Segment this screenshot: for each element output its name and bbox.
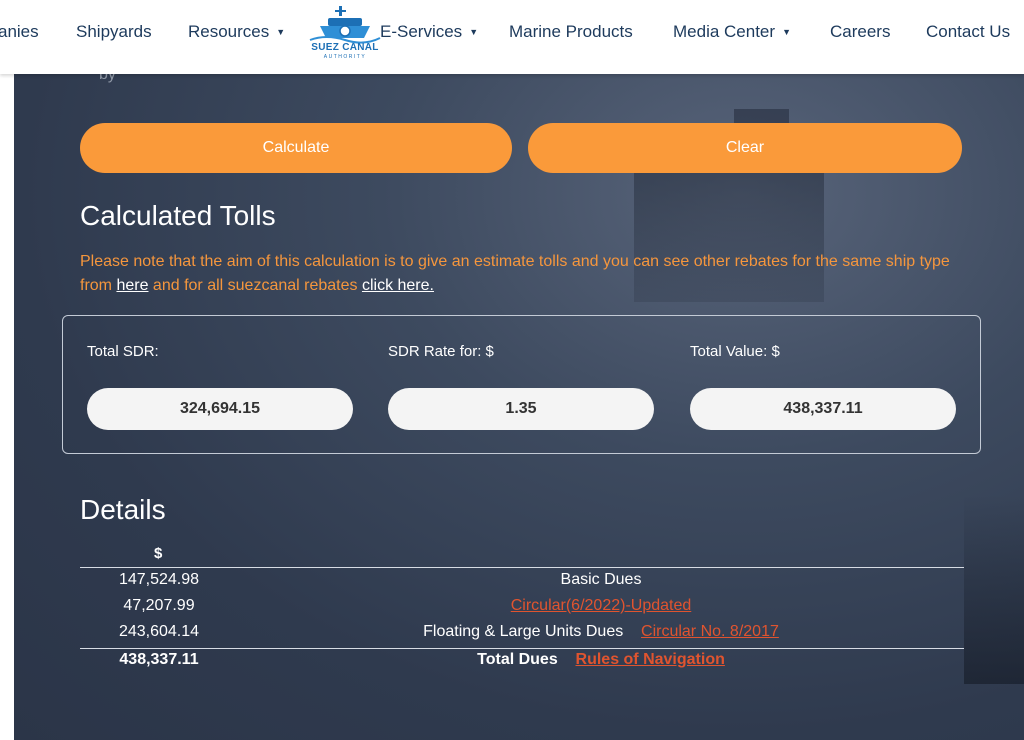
tolls-summary-box: Total SDR: SDR Rate for: $ Total Value: …: [62, 315, 981, 454]
nav-item-shipyards[interactable]: Shipyards: [76, 22, 152, 42]
details-row-basic-dues: 147,524.98 Basic Dues: [80, 571, 964, 597]
nav-item-media-center[interactable]: Media Center ▼: [673, 22, 791, 42]
total-sdr-label: Total SDR:: [87, 343, 159, 360]
rules-of-navigation-link[interactable]: Rules of Navigation: [576, 651, 725, 668]
rebates-note: Please note that the aim of this calcula…: [80, 253, 950, 294]
nav-item-careers[interactable]: Careers: [830, 22, 890, 42]
total-amount: 438,337.11: [119, 651, 199, 668]
all-rebates-link[interactable]: click here.: [362, 277, 434, 294]
nav-item-e-services[interactable]: E-Services ▼: [380, 22, 478, 42]
details-row-total: 438,337.11 Total Dues Rules of Navigatio…: [80, 651, 964, 677]
details-heading: Details: [80, 494, 166, 525]
total-sdr-field[interactable]: 324,694.15: [87, 388, 353, 430]
details-row-floating-units: 243,604.14 Floating & Large Units Dues C…: [80, 623, 964, 649]
calculated-tolls-heading: Calculated Tolls: [80, 200, 276, 231]
nav-item-resources[interactable]: Resources ▼: [188, 22, 285, 42]
clear-button[interactable]: Clear: [528, 123, 962, 173]
logo-text: SUEZ CANAL: [311, 42, 379, 53]
row-description: Floating & Large Units Dues: [423, 623, 624, 640]
suez-canal-logo[interactable]: SUEZ CANAL AUTHORITY: [306, 4, 384, 62]
nav-item-contact-us[interactable]: Contact Us: [926, 22, 1010, 42]
sdr-rate-field[interactable]: 1.35: [388, 388, 654, 430]
toll-calculator-panel: by Calculate Clear Calculated Tolls Plea…: [14, 74, 1024, 740]
partial-text: by: [99, 74, 116, 83]
logo-subtext: AUTHORITY: [323, 54, 367, 60]
currency-column-header: $: [154, 545, 163, 562]
row-amount: 147,524.98: [118, 571, 200, 588]
details-total-divider: [80, 648, 964, 649]
total-value-field[interactable]: 438,337.11: [690, 388, 956, 430]
total-dues-label: Total Dues: [477, 651, 558, 668]
row-description: Basic Dues: [560, 571, 642, 588]
circular-2017-link[interactable]: Circular No. 8/2017: [641, 623, 779, 640]
total-value-label: Total Value: $: [690, 343, 780, 360]
row-amount: 47,207.99: [123, 597, 195, 614]
left-page-strip: [0, 74, 14, 740]
sdr-rate-label: SDR Rate for: $: [388, 343, 494, 360]
calculate-button[interactable]: Calculate: [80, 123, 512, 173]
row-amount: 243,604.14: [118, 623, 200, 640]
circular-2022-link[interactable]: Circular(6/2022)-Updated: [511, 597, 692, 614]
ship-logo-icon: [309, 6, 381, 44]
rebates-here-link[interactable]: here: [116, 277, 148, 294]
details-header-divider: [80, 567, 964, 568]
nav-item-marine-products[interactable]: Marine Products: [509, 22, 633, 42]
caret-down-icon: ▼: [782, 27, 791, 37]
top-navbar: anies Shipyards Resources ▼ SUEZ CANAL AU…: [0, 0, 1024, 74]
caret-down-icon: ▼: [276, 27, 286, 37]
background-rig: [964, 494, 1024, 684]
details-row-circular-2022: 47,207.99 Circular(6/2022)-Updated: [80, 597, 964, 623]
caret-down-icon: ▼: [469, 27, 479, 37]
nav-item-companies[interactable]: anies: [0, 22, 39, 42]
